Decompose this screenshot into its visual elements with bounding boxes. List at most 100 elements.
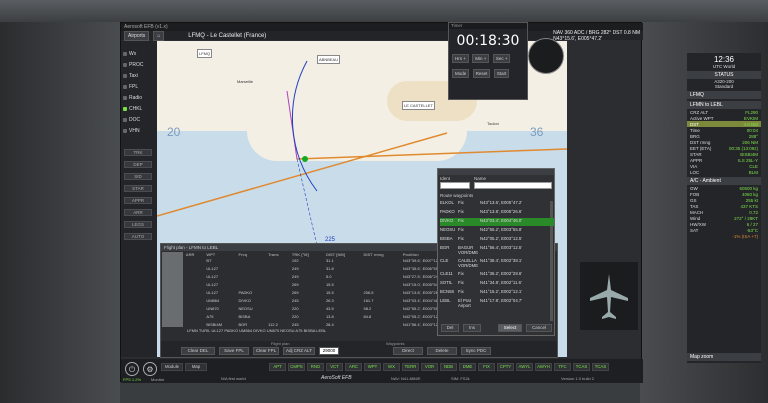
sidebar-button-auto[interactable]: AUTO [124, 233, 152, 240]
table-cell [266, 296, 290, 304]
seconds-plus-button[interactable]: Sec + [492, 54, 511, 63]
map-toggle-vor[interactable]: VOR [421, 363, 438, 371]
sidebar-item-taxi[interactable]: Taxi [123, 71, 155, 80]
map-toggle-arc[interactable]: ARC [345, 363, 362, 371]
airport-tag[interactable]: LFMQ [197, 49, 213, 58]
cruise-altitude-field[interactable]: 29000 [319, 347, 339, 355]
sidebar-item-vhn[interactable]: VHN [123, 126, 155, 135]
map-toggle-wx[interactable]: WX [383, 363, 400, 371]
ident-input[interactable] [440, 182, 470, 189]
sidebar-item-radio[interactable]: Radio [123, 93, 155, 102]
waypoint-row[interactable]: SOTIL Fix N41°34.8', E002°11.6' [440, 280, 554, 288]
waypoint-row[interactable]: CLE11 Fix N41°36.2', E002°28.6' [440, 271, 554, 279]
timer-buttons-bottom: Mode Reset Start [449, 68, 527, 79]
table-cell: 161.7 [363, 297, 374, 303]
map-toggle-wpt[interactable]: WPT [364, 363, 381, 371]
map-toggle-vct[interactable]: VCT [326, 363, 343, 371]
waypoint-row[interactable]: CLE CALELLA VOR/DME N41°38.4', E002°38.1' [440, 258, 554, 270]
waypoint-row[interactable]: BCN58 Fix N41°15.2', E002°12.1' [440, 289, 554, 297]
hours-plus-button[interactable]: Hrs + [452, 54, 469, 63]
flight-plan-button[interactable]: Delete [427, 347, 457, 355]
timer-title: Timer [449, 23, 527, 29]
sidebar-button-legs[interactable]: LEGS [124, 221, 152, 228]
flight-plan-button[interactable]: Clear DEL [181, 347, 215, 355]
flight-plan-button[interactable]: Sync PDC [461, 347, 491, 355]
sidebar-item-proc[interactable]: PROC [123, 60, 155, 69]
dialog-select-button[interactable]: Select [498, 324, 522, 332]
sidebar-item-chkl[interactable]: CHKL [123, 104, 155, 113]
map-toggle-awyl[interactable]: AWYL [516, 363, 533, 371]
timer-mode-button[interactable]: Mode [452, 69, 470, 78]
table-cell [266, 281, 290, 289]
airport-dropdown[interactable]: LFMQ [687, 91, 761, 99]
waypoint-row[interactable]: ELKOL Fix N43°13.6', E005°47.2' [440, 200, 554, 208]
sidebar-item-fpl[interactable]: FPL [123, 82, 155, 91]
map-zoom-label[interactable]: Map zoom [687, 353, 761, 361]
table-cell [184, 296, 205, 304]
table-cell [184, 281, 205, 289]
table-cell: 15.5 [325, 282, 334, 288]
map-toggle-tfc[interactable]: TFC [554, 363, 571, 371]
dialog-cancel-button[interactable]: Cancel [526, 324, 552, 332]
sidebar-button-arr[interactable]: ARR [124, 209, 152, 216]
timer-start-button[interactable]: Start [493, 69, 510, 78]
sidebar-button-dep[interactable]: DEP [124, 161, 152, 168]
airport-tag[interactable]: ABNBEAU [317, 55, 341, 64]
aircraft-position-tile [580, 262, 638, 330]
settings-icon[interactable]: ⚙ [143, 362, 157, 376]
brand-label: AeroSoft EFB [321, 375, 352, 381]
map-toggle-rng[interactable]: RNG [307, 363, 324, 371]
bottom-map-button[interactable]: Map [185, 363, 207, 371]
flight-plan-button[interactable]: Direct [393, 347, 423, 355]
map-toggle-awyh[interactable]: AWYH [535, 363, 552, 371]
airports-button[interactable]: Airports [124, 30, 150, 41]
map-toggle-ndb[interactable]: NDB [440, 363, 457, 371]
table-cell [266, 273, 290, 281]
map-toggle-cmps[interactable]: CMPS [288, 363, 305, 371]
name-input[interactable] [474, 182, 552, 189]
chart-thumbnail[interactable] [162, 252, 183, 327]
minutes-plus-button[interactable]: Min + [472, 54, 490, 63]
waypoint-row[interactable]: BISBA Fix N42°05.2', E003°12.5' [440, 236, 554, 244]
route-string: LFMN TURIL UL127 PADKO UM864 DIVKO UN870… [187, 328, 327, 333]
sidebar-button-star[interactable]: STAR [124, 185, 152, 192]
sidebar-item-doc[interactable]: DOC [123, 115, 155, 124]
power-icon[interactable]: ⏻ [125, 362, 139, 376]
map-toggle-tcas[interactable]: TCAS [592, 363, 609, 371]
dialog-del-button[interactable]: Del [441, 324, 459, 332]
sidebar-button-sid[interactable]: SID [124, 173, 152, 180]
bottom-bar: ⏻ ⚙ FPS 1.2% Monitor AeroSoft EFB N/A fi… [121, 359, 643, 383]
indicator-icon [123, 117, 127, 122]
status-button[interactable]: STATUS [687, 71, 761, 79]
airport-tag[interactable]: LE CASTELLET [402, 101, 435, 110]
sidebar-item-wx[interactable]: Wx [123, 49, 155, 58]
waypoint-row[interactable]: NEOSU Fix N42°55.2', E003°55.8' [440, 227, 554, 235]
sidebar-button-appr[interactable]: APPR [124, 197, 152, 204]
timer-reset-button[interactable]: Reset [472, 69, 491, 78]
sidebar-item-label: Wx [129, 50, 137, 57]
table-cell: 31.8 [325, 266, 334, 272]
sidebar-button-trk[interactable]: TRK [124, 149, 152, 156]
map-toggle-tcas[interactable]: TCAS [573, 363, 590, 371]
waypoint-row[interactable]: LEBL El Prat Airport N41°17.8', E002°04.7' [440, 298, 554, 310]
table-cell [184, 320, 205, 328]
ident-label: Ident [440, 176, 451, 181]
flight-plan-button[interactable]: Adj CRZ ALT [283, 347, 315, 355]
dialog-ins-button[interactable]: Ins [463, 324, 481, 332]
bottom-module-button[interactable]: Module [161, 363, 183, 371]
map-toggle-terr[interactable]: TERR [402, 363, 419, 371]
map-toggle-cpty[interactable]: CPTY [497, 363, 514, 371]
timer-buttons-top: Hrs + Min + Sec + [449, 53, 527, 64]
map-toggle-dme[interactable]: DME [459, 363, 476, 371]
airport-location: LFMQ - Le Castellet (France) [188, 32, 267, 39]
table-cell: 5.0 [325, 274, 332, 280]
waypoint-row[interactable]: BGR BAGUR VOR/DME N41°56.4', E003°12.5' [440, 245, 554, 257]
flight-plan-button[interactable]: Clear FPL [253, 347, 279, 355]
sidebar-item-label: CHKL [129, 105, 143, 112]
house-icon[interactable]: ⌂ [153, 30, 165, 41]
map-toggle-apt[interactable]: APT [269, 363, 286, 371]
waypoint-row[interactable]: PADKO Fix N43°13.8', E005°26.6' [440, 209, 554, 217]
map-toggle-fix[interactable]: FIX [478, 363, 495, 371]
waypoint-row[interactable]: DIVKO Fix N43°03.4', E004°46.0' [440, 218, 554, 226]
flight-plan-button[interactable]: Save FPL [219, 347, 249, 355]
